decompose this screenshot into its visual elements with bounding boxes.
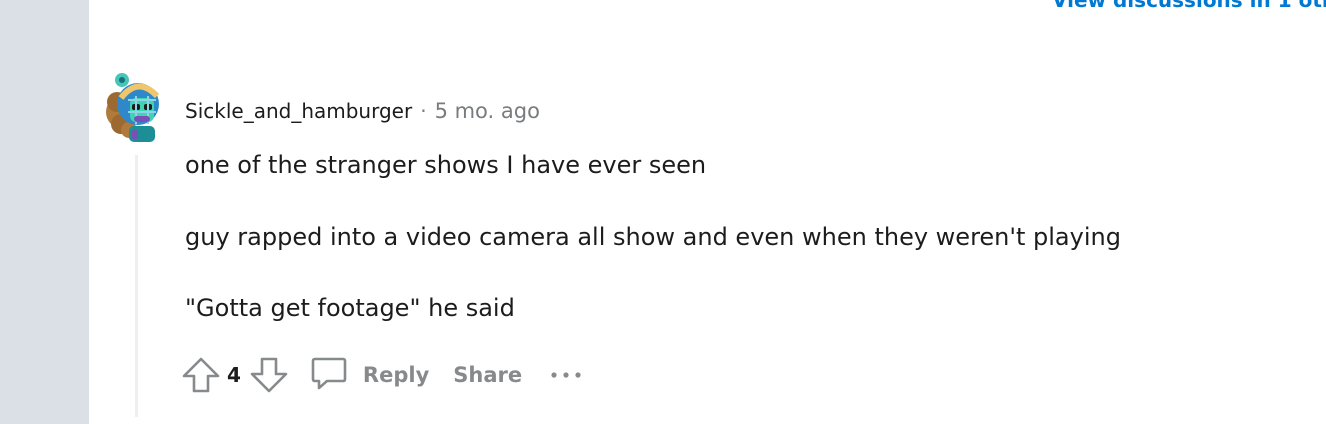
view-discussions-link[interactable]: View discussions in 1 oth bbox=[1052, 0, 1326, 12]
downvote-icon[interactable] bbox=[249, 355, 289, 395]
side-gutter bbox=[0, 0, 89, 424]
thread-line[interactable] bbox=[135, 155, 138, 417]
reply-button[interactable]: Reply bbox=[309, 353, 429, 397]
avatar[interactable] bbox=[101, 66, 169, 146]
reply-label: Reply bbox=[362, 363, 430, 387]
timestamp[interactable]: 5 mo. ago bbox=[435, 99, 540, 123]
comment: Sickle_and_hamburger · 5 mo. ago one of … bbox=[89, 60, 1326, 424]
vote-count: 4 bbox=[227, 363, 241, 387]
username[interactable]: Sickle_and_hamburger bbox=[185, 99, 412, 123]
share-button[interactable]: Share bbox=[453, 363, 522, 387]
comment-meta: Sickle_and_hamburger · 5 mo. ago bbox=[185, 96, 540, 126]
comment-paragraph: one of the stranger shows I have ever se… bbox=[185, 151, 707, 179]
reply-icon bbox=[309, 353, 349, 397]
comment-paragraph: "Gotta get footage" he said bbox=[185, 294, 515, 322]
comment-actions: 4 Reply Share bbox=[181, 353, 582, 397]
meta-separator: · bbox=[420, 99, 427, 123]
more-options-icon[interactable] bbox=[550, 370, 582, 380]
upvote-icon[interactable] bbox=[181, 355, 221, 395]
comment-paragraph: guy rapped into a video camera all show … bbox=[185, 223, 1121, 251]
